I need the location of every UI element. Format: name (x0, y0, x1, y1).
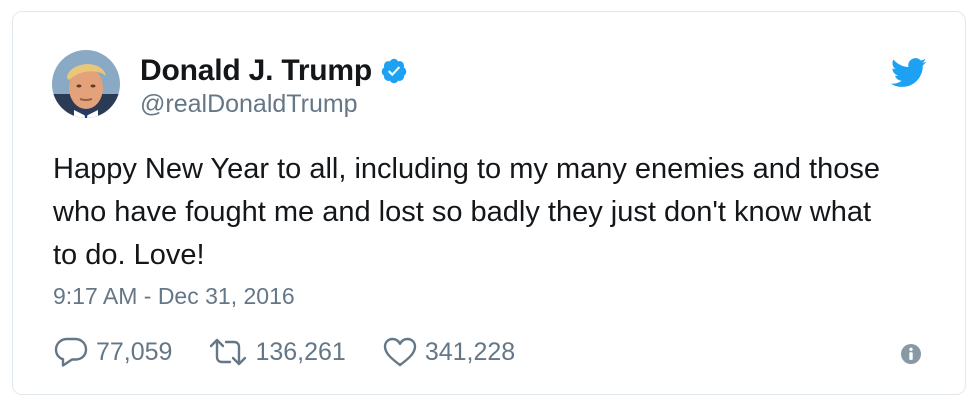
like-button[interactable]: 341,228 (382, 336, 515, 368)
reply-icon (53, 336, 89, 368)
reply-button[interactable]: 77,059 (53, 336, 172, 368)
avatar-image (52, 50, 120, 118)
tweet-text: Happy New Year to all, including to my m… (53, 153, 880, 271)
display-name[interactable]: Donald J. Trump (140, 54, 372, 88)
avatar[interactable] (52, 50, 120, 118)
tweet-actions: 77,059 136,261 341,228 (53, 334, 551, 370)
user-name-row[interactable]: Donald J. Trump (140, 53, 408, 89)
tweet-timestamp[interactable]: 9:17 AM - Dec 31, 2016 (53, 283, 295, 310)
retweet-icon (208, 337, 248, 367)
retweet-button[interactable]: 136,261 (208, 337, 346, 367)
user-handle[interactable]: @realDonaldTrump (140, 90, 358, 119)
info-icon[interactable] (901, 344, 921, 364)
like-count: 341,228 (424, 337, 516, 366)
verified-badge-icon (380, 57, 408, 85)
retweet-count: 136,261 (255, 337, 346, 366)
twitter-bird-icon[interactable] (890, 58, 927, 88)
tweet-card[interactable]: Donald J. Trump @realDonaldTrump Happy N… (12, 11, 966, 395)
heart-icon (382, 336, 418, 368)
reply-count: 77,059 (96, 337, 173, 366)
